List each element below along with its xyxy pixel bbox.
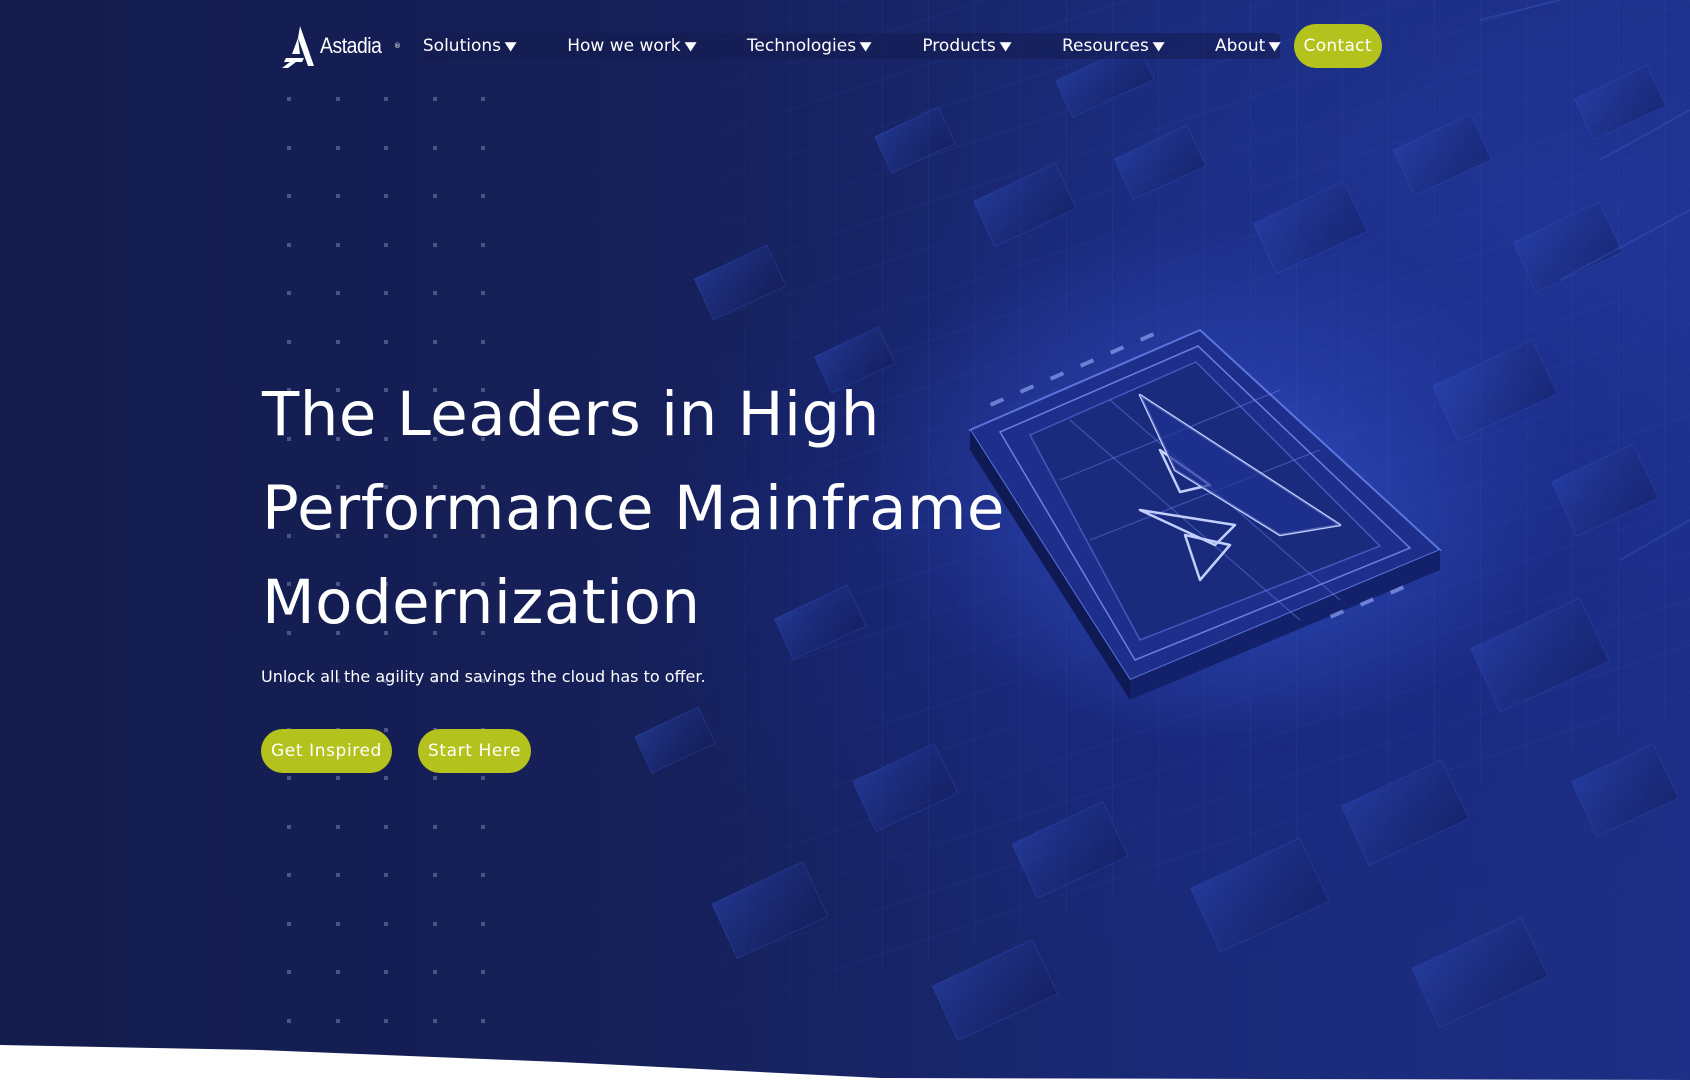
chevron-down-icon: ▼ bbox=[684, 39, 697, 53]
chevron-down-icon: ▼ bbox=[504, 39, 517, 53]
chevron-down-icon: ▼ bbox=[1268, 39, 1281, 53]
headline-line: The Leaders in High bbox=[262, 379, 880, 450]
brand-logo[interactable]: Astadia ® bbox=[280, 24, 401, 68]
nav-item-label: Resources bbox=[1061, 36, 1149, 56]
main-menu: Solutions ▼ How we work ▼ Technologies ▼… bbox=[422, 33, 1281, 59]
nav-item-label: Technologies bbox=[746, 36, 857, 56]
nav-item-products[interactable]: Products ▼ bbox=[922, 36, 1012, 56]
chevron-down-icon: ▼ bbox=[1152, 39, 1165, 53]
nav-item-resources[interactable]: Resources ▼ bbox=[1061, 36, 1165, 56]
nav-item-about[interactable]: About ▼ bbox=[1215, 36, 1281, 56]
contact-button[interactable]: Contact bbox=[1293, 24, 1382, 68]
hero-headline: The Leaders in High Performance Mainfram… bbox=[262, 368, 1162, 650]
chevron-down-icon: ▼ bbox=[999, 39, 1012, 53]
headline-line: Modernization bbox=[262, 567, 701, 638]
hero-cta-group: Get Inspired Start Here bbox=[261, 729, 532, 773]
astadia-logo-icon bbox=[282, 26, 314, 68]
get-inspired-button[interactable]: Get Inspired bbox=[261, 729, 392, 773]
start-here-button[interactable]: Start Here bbox=[417, 729, 532, 773]
top-navigation: Astadia ® Solutions ▼ How we work ▼ Tech… bbox=[280, 22, 1430, 70]
nav-item-how-we-work[interactable]: How we work ▼ bbox=[567, 36, 697, 56]
headline-line: Performance Mainframe bbox=[262, 473, 1005, 544]
nav-item-technologies[interactable]: Technologies ▼ bbox=[746, 36, 872, 56]
nav-item-solutions[interactable]: Solutions ▼ bbox=[422, 36, 517, 56]
nav-item-label: About bbox=[1215, 36, 1266, 56]
hero-section: Astadia ® Solutions ▼ How we work ▼ Tech… bbox=[0, 0, 1690, 1080]
nav-item-label: Solutions bbox=[422, 36, 502, 56]
nav-item-label: Products bbox=[922, 36, 996, 56]
chevron-down-icon: ▼ bbox=[859, 39, 872, 53]
hero-subtitle: Unlock all the agility and savings the c… bbox=[261, 667, 706, 686]
trademark-mark: ® bbox=[393, 42, 401, 50]
nav-item-label: How we work bbox=[567, 36, 681, 56]
brand-name: Astadia bbox=[320, 33, 382, 58]
